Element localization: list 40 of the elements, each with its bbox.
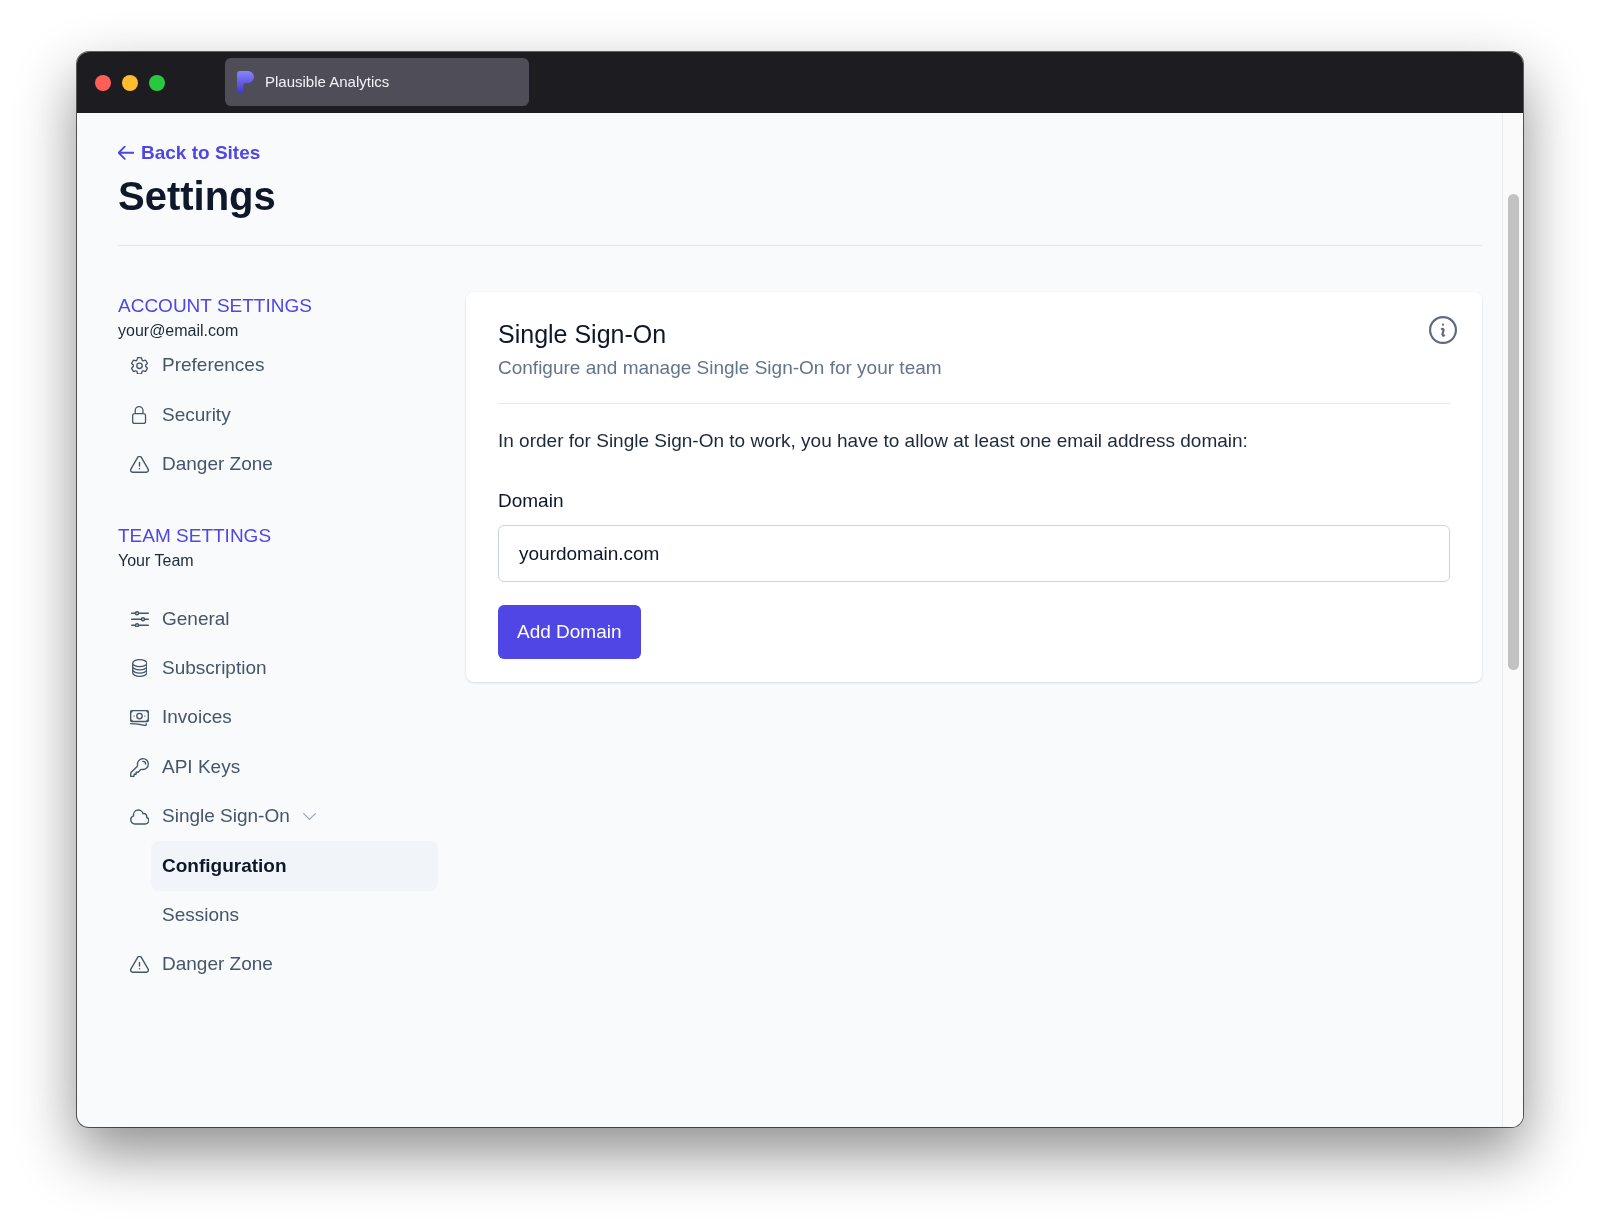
browser-tab[interactable]: Plausible Analytics: [225, 58, 529, 106]
instruction-text: In order for Single Sign-On to work, you have to allow at least one email address domain:: [498, 429, 1249, 453]
sidebar-item[interactable]: Security: [118, 390, 438, 440]
database-icon: [131, 659, 148, 678]
gear-icon: [130, 356, 149, 375]
back-link[interactable]: Back to Sites: [118, 141, 261, 165]
warning-icon: [130, 455, 149, 473]
lock-icon: [132, 406, 147, 425]
page-title: Settings: [118, 173, 277, 220]
window-minimize-button[interactable]: [122, 75, 138, 91]
sidebar-item[interactable]: Single Sign-On: [118, 791, 438, 842]
card-title: Single Sign-On: [498, 319, 668, 350]
sidebar-item[interactable]: Danger Zone: [118, 439, 438, 490]
section-subtitle: Your Team: [118, 551, 194, 572]
cloud-icon: [129, 808, 150, 825]
field-label: Domain: [498, 489, 564, 513]
key-icon: [130, 757, 149, 777]
sidebar-item[interactable]: Preferences: [118, 341, 438, 391]
section-heading: ACCOUNT SETTINGS: [118, 294, 312, 318]
scrollbar-thumb[interactable]: [1508, 194, 1519, 670]
sidebar-item[interactable]: Subscription: [118, 643, 438, 693]
sidebar-item[interactable]: API Keys: [118, 742, 438, 792]
section-subtitle: your@email.com: [118, 321, 239, 341]
card-subtitle: Configure and manage Single Sign-On for your team: [498, 356, 942, 380]
sidebar-subitem[interactable]: Sessions: [151, 890, 438, 940]
logo-icon: [237, 71, 254, 93]
domain-input[interactable]: yourdomain.com: [498, 525, 1450, 582]
window-zoom-button[interactable]: [149, 75, 165, 91]
add-domain-button[interactable]: Add Domain: [498, 605, 641, 659]
sidebar-item[interactable]: General: [118, 594, 438, 644]
section-heading: TEAM SETTINGS: [118, 524, 272, 549]
warning-icon: [130, 956, 149, 974]
info-icon[interactable]: [1429, 316, 1457, 344]
sidebar-item[interactable]: Invoices: [118, 692, 438, 743]
sidebar-item[interactable]: Danger Zone: [118, 939, 438, 990]
banknote-icon: [130, 709, 149, 726]
sliders-icon: [130, 610, 149, 628]
window-close-button[interactable]: [95, 75, 111, 91]
arrow-left-icon: [118, 146, 134, 160]
sidebar-subitem[interactable]: Configuration: [151, 841, 438, 891]
